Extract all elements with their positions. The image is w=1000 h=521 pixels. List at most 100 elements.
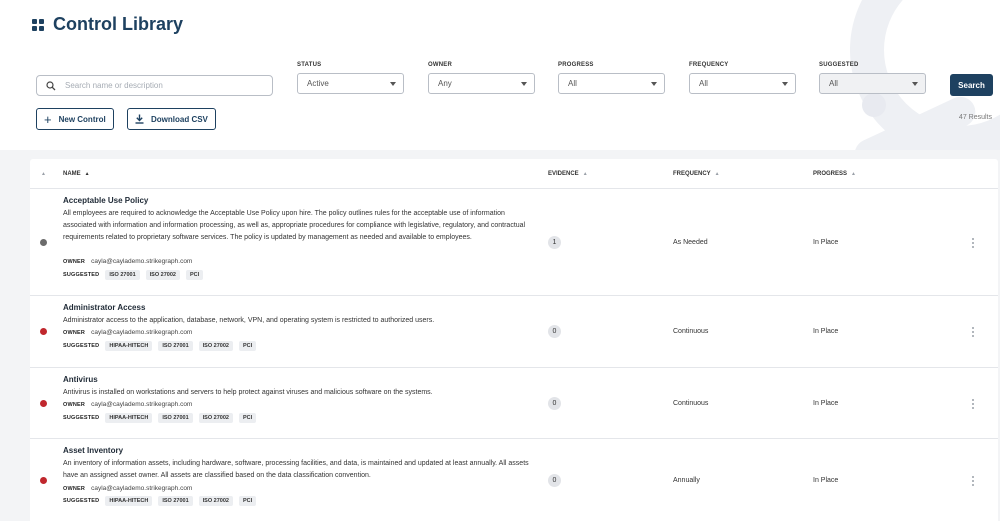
column-header-progress[interactable]: PROGRESS ▲ [813, 171, 856, 177]
sort-up-icon: ▲ [41, 171, 46, 177]
framework-tag: ISO 27002 [198, 413, 233, 423]
owner-line: OWNER cayla@caylademo.strikegraph.com [63, 258, 192, 265]
owner-select[interactable]: Any [428, 73, 535, 94]
framework-tag: ISO 27002 [145, 270, 180, 280]
select-value: Any [438, 79, 452, 88]
framework-tag: HIPAA-HITECH [105, 496, 153, 506]
framework-tag: PCI [238, 413, 257, 423]
progress-value: In Place [813, 328, 839, 335]
status-select[interactable]: Active [297, 73, 404, 94]
more-options-icon[interactable] [972, 238, 974, 248]
frequency-select[interactable]: All [689, 73, 796, 94]
owner-line: OWNER cayla@caylademo.strikegraph.com [63, 401, 192, 408]
select-value: All [568, 79, 577, 88]
filter-label: STATUS [297, 62, 322, 68]
decorative-dot [862, 93, 886, 117]
download-icon [135, 114, 144, 124]
evidence-count[interactable]: 0 [548, 474, 561, 487]
owner-label: OWNER [63, 401, 86, 408]
select-column-header[interactable]: ▲ [41, 171, 46, 177]
filter-progress: PROGRESS All [558, 62, 665, 94]
suggested-line: SUGGESTED ISO 27001 ISO 27002 PCI [63, 270, 204, 280]
chevron-down-icon [912, 81, 918, 86]
framework-tag: ISO 27001 [105, 270, 140, 280]
control-name[interactable]: Administrator Access [63, 303, 145, 312]
framework-tag: PCI [238, 341, 257, 351]
column-header-frequency[interactable]: FREQUENCY ▲ [673, 171, 720, 177]
column-header-name[interactable]: NAME ▲ [63, 171, 90, 177]
evidence-count[interactable]: 1 [548, 236, 561, 249]
filter-label: FREQUENCY [689, 62, 729, 68]
select-value: All [699, 79, 708, 88]
suggested-label: SUGGESTED [63, 272, 100, 278]
filter-suggested: SUGGESTED All [819, 62, 926, 94]
page-header-area: Control Library STATUS Active OWNER Any … [0, 0, 1000, 150]
control-name[interactable]: Acceptable Use Policy [63, 196, 148, 205]
control-name[interactable]: Asset Inventory [63, 446, 123, 455]
more-options-icon[interactable] [972, 327, 974, 337]
progress-select[interactable]: All [558, 73, 665, 94]
suggested-label: SUGGESTED [63, 498, 100, 504]
table-row[interactable]: Antivirus Antivirus is installed on work… [30, 368, 998, 439]
select-value: All [829, 79, 838, 88]
sort-up-icon: ▲ [84, 171, 90, 177]
more-options-icon[interactable] [972, 399, 974, 409]
title-row: Control Library [32, 14, 183, 35]
suggested-line: SUGGESTED HIPAA-HITECH ISO 27001 ISO 270… [63, 496, 257, 506]
status-dot [40, 400, 47, 407]
framework-tag: ISO 27001 [158, 496, 193, 506]
control-description: Administrator access to the application,… [63, 317, 435, 324]
search-box[interactable] [36, 75, 273, 96]
new-control-button[interactable]: + New Control [36, 108, 114, 130]
owner-email: cayla@caylademo.strikegraph.com [91, 258, 193, 265]
progress-value: In Place [813, 400, 839, 407]
filter-label: SUGGESTED [819, 62, 859, 68]
control-description: An inventory of information assets, incl… [63, 460, 529, 479]
control-name[interactable]: Antivirus [63, 375, 98, 384]
download-csv-button[interactable]: Download CSV [127, 108, 216, 130]
table-row[interactable]: Administrator Access Administrator acces… [30, 296, 998, 368]
suggested-select[interactable]: All [819, 73, 926, 94]
table-header: ▲ NAME ▲ EVIDENCE ▲ FREQUENCY ▲ PROGRESS ▲ [30, 159, 998, 189]
frequency-value: Continuous [673, 400, 709, 407]
suggested-label: SUGGESTED [63, 415, 100, 421]
filter-label: OWNER [428, 62, 452, 68]
frequency-value: Annually [673, 477, 700, 484]
owner-label: OWNER [63, 258, 86, 265]
owner-email: cayla@caylademo.strikegraph.com [91, 485, 193, 492]
owner-line: OWNER cayla@caylademo.strikegraph.com [63, 329, 192, 336]
plus-icon: + [44, 111, 52, 127]
frequency-value: Continuous [673, 328, 709, 335]
suggested-line: SUGGESTED HIPAA-HITECH ISO 27001 ISO 270… [63, 341, 257, 351]
evidence-count[interactable]: 0 [548, 397, 561, 410]
sort-icon: ▲ [851, 171, 856, 177]
search-input[interactable] [65, 81, 255, 90]
results-count: 47 Results [958, 114, 992, 121]
column-header-evidence[interactable]: EVIDENCE ▲ [548, 171, 588, 177]
filter-owner: OWNER Any [428, 62, 535, 94]
owner-email: cayla@caylademo.strikegraph.com [91, 329, 193, 336]
control-description: Antivirus is installed on workstations a… [63, 389, 433, 396]
status-dot [40, 239, 47, 246]
select-value: Active [307, 79, 329, 88]
table-row[interactable]: Asset Inventory An inventory of informat… [30, 439, 998, 521]
framework-tag: ISO 27001 [158, 413, 193, 423]
sort-icon: ▲ [714, 171, 720, 177]
evidence-count[interactable]: 0 [548, 325, 561, 338]
framework-tag: HIPAA-HITECH [105, 413, 153, 423]
framework-tag: ISO 27002 [198, 341, 233, 351]
new-control-label: New Control [58, 114, 106, 124]
filter-label: PROGRESS [558, 62, 594, 68]
control-description: All employees are required to acknowledg… [63, 210, 526, 241]
chevron-down-icon [521, 81, 527, 86]
more-options-icon[interactable] [972, 476, 974, 486]
search-button[interactable]: Search [950, 74, 993, 96]
chevron-down-icon [782, 81, 788, 86]
sort-icon: ▲ [582, 171, 588, 177]
table-row[interactable]: Acceptable Use Policy All employees are … [30, 189, 998, 296]
filter-frequency: FREQUENCY All [689, 62, 796, 94]
chevron-down-icon [651, 81, 657, 86]
controls-table: ▲ NAME ▲ EVIDENCE ▲ FREQUENCY ▲ PROGRESS ▲ A… [30, 159, 998, 521]
owner-label: OWNER [63, 485, 86, 492]
owner-email: cayla@caylademo.strikegraph.com [91, 401, 193, 408]
